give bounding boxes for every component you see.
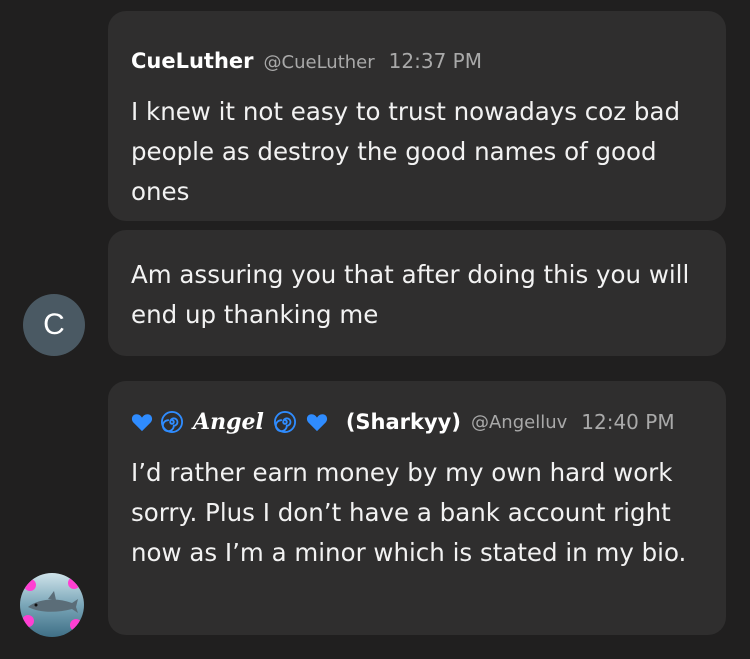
decoration-dot	[22, 615, 34, 627]
message-timestamp: 12:40 PM	[581, 410, 675, 434]
message-text: I knew it not easy to trust nowadays coz…	[131, 97, 681, 206]
cyclone-icon	[161, 411, 183, 433]
message-bubble[interactable]: Angel (Sharkyy) @Angelluv 12:40 PM I’d r…	[108, 381, 726, 635]
avatar[interactable]	[20, 573, 84, 637]
message-text: Am assuring you that after doing this yo…	[131, 260, 690, 329]
author-handle[interactable]: @CueLuther	[264, 52, 375, 73]
message-text: I’d rather earn money by my own hard wor…	[131, 458, 687, 567]
blue-heart-icon	[131, 414, 153, 432]
avatar[interactable]: C	[23, 294, 85, 356]
decoration-dot	[68, 577, 80, 589]
message-bubble[interactable]: CueLuther @CueLuther 12:37 PM I knew it …	[108, 11, 726, 221]
message-timestamp: 12:37 PM	[388, 49, 482, 73]
author-handle[interactable]: @Angelluv	[471, 412, 567, 433]
author-name-suffix[interactable]: (Sharkyy)	[346, 410, 461, 434]
message-header: Angel (Sharkyy) @Angelluv 12:40 PM	[131, 409, 716, 435]
blue-heart-icon	[306, 414, 327, 432]
cyclone-icon	[273, 411, 296, 433]
chat-window: CueLuther @CueLuther 12:37 PM I knew it …	[0, 0, 750, 659]
avatar-initial: C	[43, 308, 65, 341]
author-name[interactable]: Angel	[193, 409, 264, 435]
message-bubble[interactable]: Am assuring you that after doing this yo…	[108, 230, 726, 356]
message-header: CueLuther @CueLuther 12:37 PM	[131, 49, 716, 73]
decoration-dot	[70, 619, 82, 631]
author-name[interactable]: CueLuther	[131, 49, 254, 73]
decoration-dot	[24, 579, 36, 591]
